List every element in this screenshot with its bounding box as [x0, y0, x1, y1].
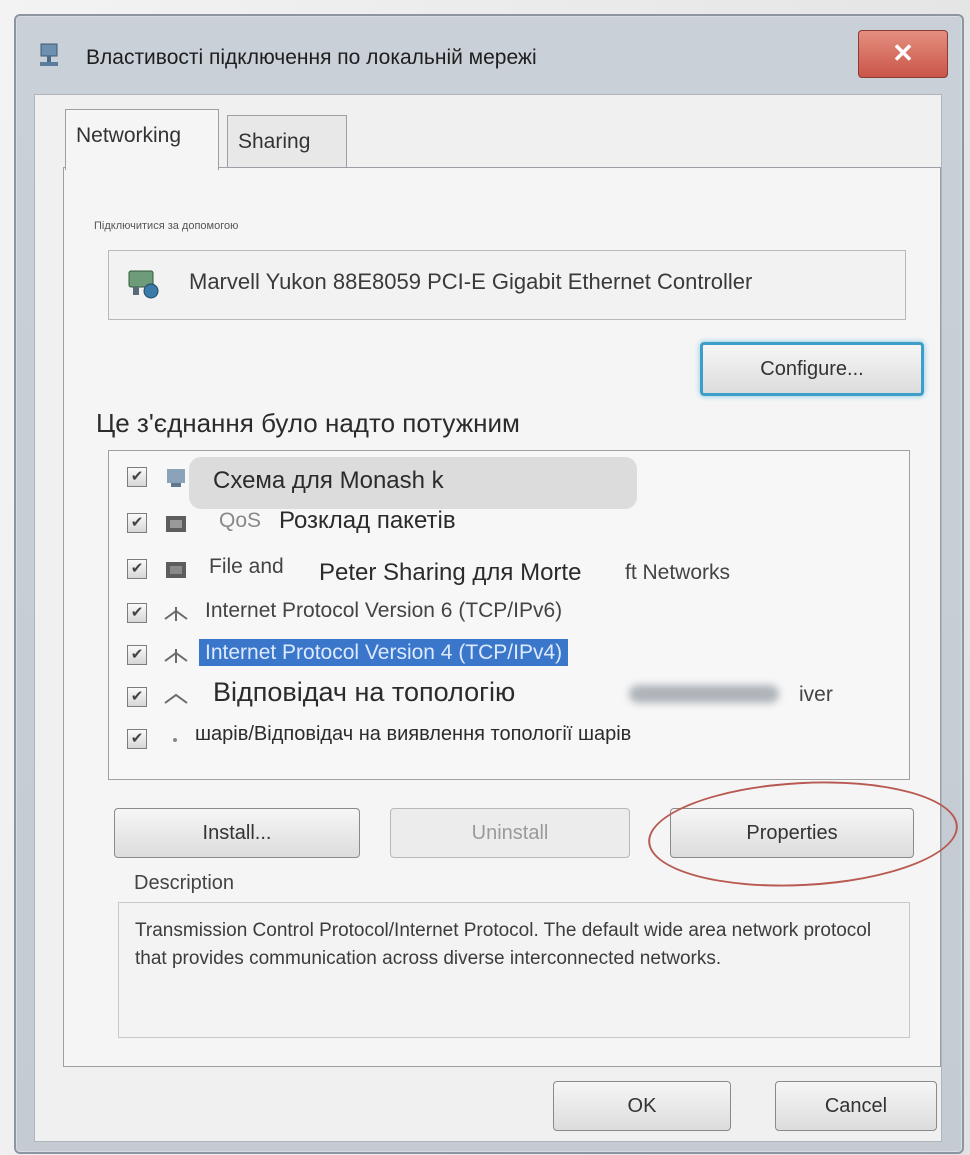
tab-sharing[interactable]: Sharing	[227, 115, 347, 168]
annotation-circle	[645, 773, 961, 895]
protocol-icon	[164, 693, 188, 704]
blurred-text	[629, 685, 779, 703]
checkbox[interactable]: ✔	[127, 729, 147, 749]
checkbox[interactable]: ✔	[127, 645, 147, 665]
list-item-suffix: ft Networks	[625, 561, 731, 584]
description-label: Description	[134, 872, 235, 894]
list-item-overlay: Відповідач на топологію	[213, 677, 516, 707]
adapter-name: Marvell Yukon 88E8059 PCI-E Gigabit Ethe…	[189, 269, 753, 294]
network-icon	[40, 43, 58, 66]
list-item-suffix: iver	[799, 683, 833, 706]
dot-icon	[173, 738, 177, 742]
list-item[interactable]: ✔ шарів/Відповідач на виявлення топологі…	[109, 719, 909, 759]
list-item-label: QoS	[219, 509, 262, 532]
adapter-box: Marvell Yukon 88E8059 PCI-E Gigabit Ethe…	[108, 250, 906, 320]
connect-using-label: Підключитися за допомогою	[94, 220, 239, 232]
description-box: Transmission Control Protocol/Internet P…	[118, 902, 910, 1038]
close-button[interactable]: ✕	[858, 30, 948, 78]
checkbox[interactable]: ✔	[127, 603, 147, 623]
overlay-heading: Це з'єднання було надто потужним	[96, 408, 520, 438]
list-item-overlay: Peter Sharing для Morte	[319, 559, 582, 586]
networking-panel: Підключитися за допомогою Marvell Yukon …	[63, 167, 961, 1067]
cancel-button[interactable]: Cancel	[775, 1081, 937, 1131]
description-text: Transmission Control Protocol/Internet P…	[135, 920, 872, 969]
checkbox[interactable]: ✔	[127, 687, 147, 707]
protocol-icon	[164, 607, 188, 621]
window-title: Властивості підключення по локальній мер…	[86, 46, 537, 69]
list-item-overlay: шарів/Відповідач на виявлення топології …	[195, 723, 632, 745]
protocol-icon	[164, 649, 188, 663]
list-item-label: File and	[209, 555, 284, 578]
adapter-icon	[128, 270, 159, 299]
components-list[interactable]: ✔ Схема для Monash k ✔ QoS Розклад пакет…	[108, 450, 910, 780]
properties-dialog: Властивості підключення по локальній мер…	[14, 14, 964, 1154]
list-item-overlay: Схема для Monash k	[213, 467, 444, 494]
share-icon	[166, 562, 186, 578]
ok-button[interactable]: OK	[553, 1081, 731, 1131]
list-item-label: Internet Protocol Version 4 (TCP/IPv4)	[199, 639, 569, 666]
client-icon	[167, 469, 185, 487]
install-button[interactable]: Install...	[114, 808, 360, 858]
list-item[interactable]: ✔ Схема для Monash k	[109, 457, 909, 509]
qos-icon	[166, 516, 186, 532]
title-bar[interactable]: Властивості підключення по локальній мер…	[16, 16, 962, 92]
list-item-overlay: Розклад пакетів	[279, 507, 456, 534]
selected-label: Internet Protocol Version 4 (TCP/IPv4)	[199, 639, 569, 666]
list-item[interactable]: ✔ File and Peter Sharing для Morte ft Ne…	[109, 549, 909, 589]
list-item[interactable]: ✔ Відповідач на топологію iver	[109, 677, 909, 717]
dialog-body: Sharing Networking Підключитися за допом…	[34, 94, 961, 1142]
list-item[interactable]: ✔ QoS Розклад пакетів	[109, 503, 909, 543]
list-item-selected[interactable]: ✔ Internet Protocol Version 4 (TCP/IPv4)	[109, 635, 909, 675]
checkbox[interactable]: ✔	[127, 513, 147, 533]
uninstall-button[interactable]: Uninstall	[390, 808, 630, 858]
list-item[interactable]: ✔ Internet Protocol Version 6 (TCP/IPv6)	[109, 593, 909, 633]
checkbox[interactable]: ✔	[127, 559, 147, 579]
list-item-label: Internet Protocol Version 6 (TCP/IPv6)	[205, 599, 563, 622]
checkbox[interactable]: ✔	[127, 467, 147, 487]
configure-button[interactable]: Configure...	[700, 342, 924, 396]
tab-networking[interactable]: Networking	[65, 109, 219, 170]
